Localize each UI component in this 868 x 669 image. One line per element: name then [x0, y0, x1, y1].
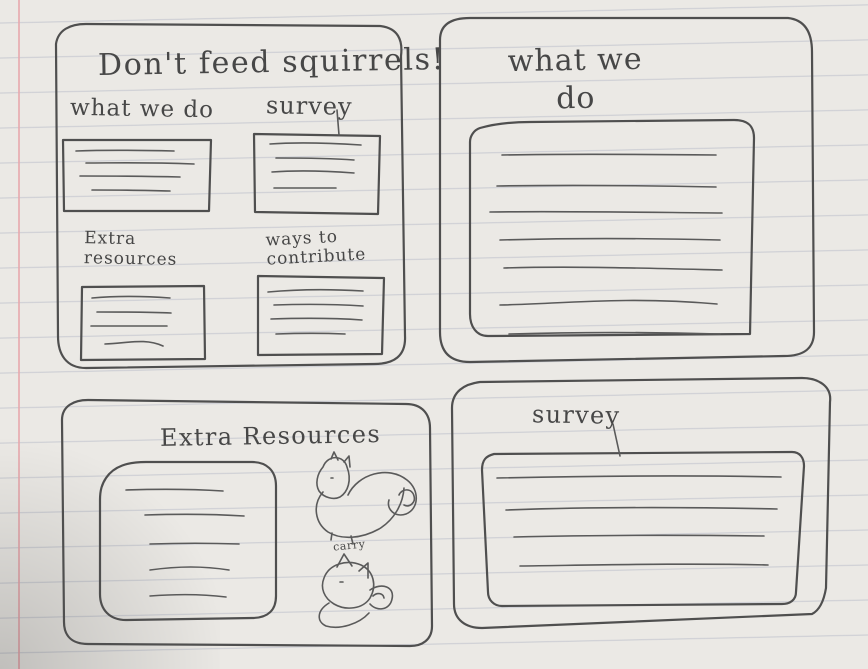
extra-resources-title: Extra Resources — [159, 420, 382, 452]
home-title: Don't feed squirrels! — [97, 41, 446, 84]
notebook-page: Don't feed squirrels! what we do survey … — [0, 0, 868, 669]
home-what-we-do-label: what we do — [69, 94, 215, 124]
home-ways-box — [256, 274, 386, 357]
home-survey-label: survey — [265, 91, 353, 121]
what-lines-icon — [489, 153, 723, 335]
home-extra-lines-icon — [90, 295, 172, 347]
home-ways-to-contribute-label: ways to contribute — [265, 226, 367, 270]
home-what-lines-icon — [75, 149, 195, 192]
extra-lines-icon — [125, 488, 245, 598]
squirrel-caption: carry — [332, 537, 367, 554]
home-survey-lines-icon — [269, 142, 362, 189]
survey-title: survey — [531, 400, 621, 430]
survey-content-box — [480, 450, 806, 608]
what-we-do-title: what we do — [507, 41, 643, 116]
extra-content-box — [98, 460, 278, 622]
home-survey-box — [252, 132, 382, 216]
survey-frame-outline — [450, 376, 832, 630]
squirrel-carrying-icon — [318, 553, 394, 629]
survey-wireframe — [450, 376, 832, 630]
home-ways-lines-icon — [267, 288, 364, 335]
home-extra-resources-label: Extra resources — [83, 228, 178, 270]
squirrel-icon — [315, 451, 418, 545]
survey-lines-icon — [496, 475, 782, 567]
